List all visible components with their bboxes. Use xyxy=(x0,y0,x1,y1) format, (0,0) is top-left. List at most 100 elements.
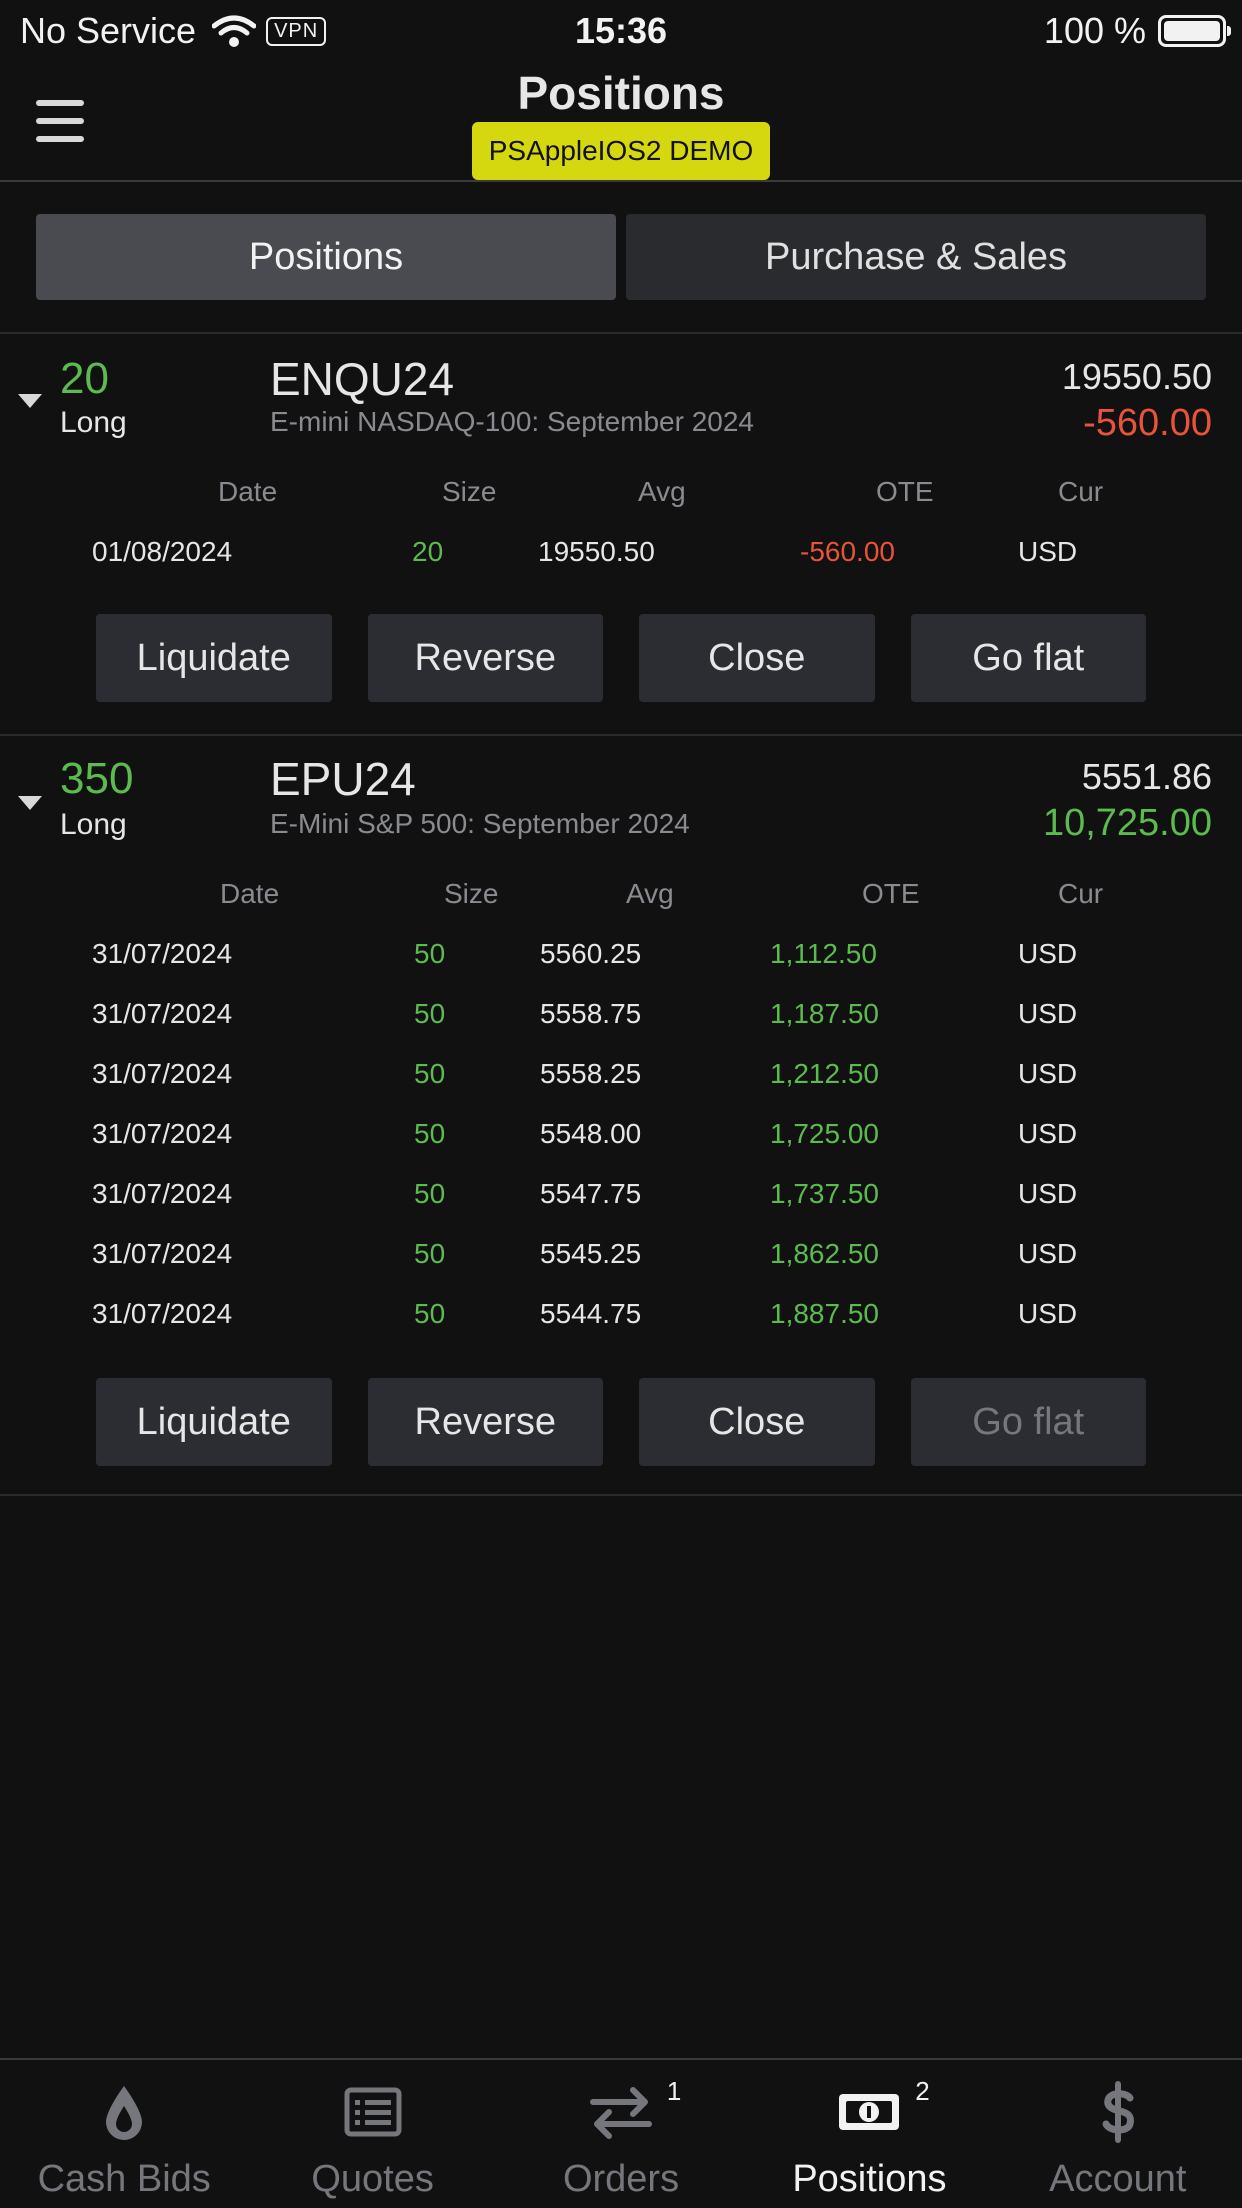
reverse-button[interactable]: Reverse xyxy=(367,1378,603,1466)
column-header-size: Size xyxy=(444,878,499,909)
chevron-down-icon[interactable] xyxy=(18,394,42,408)
fill-date: 31/07/2024 xyxy=(92,1118,233,1149)
drop-icon xyxy=(106,2086,143,2140)
table-row: 31/07/2024 50 5558.75 1,187.50 USD xyxy=(0,998,1242,1038)
tabbar-label: Quotes xyxy=(311,2158,434,2200)
liquidate-button[interactable]: Liquidate xyxy=(96,1378,332,1466)
fill-avg: 5560.25 xyxy=(540,938,642,969)
column-header-date: Date xyxy=(220,878,280,909)
position-description: E-Mini S&P 500: September 2024 xyxy=(270,808,690,839)
table-row: 31/07/2024 50 5560.25 1,112.50 USD xyxy=(0,938,1242,978)
fill-date: 31/07/2024 xyxy=(92,1298,233,1329)
tabbar-item-orders[interactable]: 1 Orders xyxy=(497,2060,745,2208)
column-header-cur: Cur xyxy=(1058,476,1104,507)
orders-count-badge: 1 xyxy=(666,2076,682,2106)
table-row: 31/07/2024 50 5545.25 1,862.50 USD xyxy=(0,1238,1242,1278)
table-row: 31/07/2024 50 5547.75 1,737.50 USD xyxy=(0,1178,1242,1218)
position-side: Long xyxy=(60,406,127,439)
position-side: Long xyxy=(60,808,127,841)
column-header-date: Date xyxy=(218,476,278,507)
liquidate-button[interactable]: Liquidate xyxy=(96,614,332,702)
column-header-avg: Avg xyxy=(638,476,686,507)
tabbar-item-account[interactable]: Account xyxy=(994,2060,1242,2208)
fill-date: 01/08/2024 xyxy=(92,536,233,567)
chevron-down-icon[interactable] xyxy=(18,796,42,810)
battery-icon xyxy=(1158,15,1231,47)
fill-ote: 1,212.50 xyxy=(770,1058,879,1089)
cash-icon xyxy=(839,2094,900,2130)
table-row: 31/07/2024 50 5548.00 1,725.00 USD xyxy=(0,1118,1242,1158)
tabbar-label: Positions xyxy=(792,2158,947,2200)
fill-size: 50 xyxy=(414,1298,446,1329)
close-button[interactable]: Close xyxy=(639,1378,875,1466)
fill-avg: 5548.00 xyxy=(540,1118,642,1149)
fill-size: 50 xyxy=(414,1238,446,1269)
bottom-tab-bar: Cash Bids Quotes 1 Orders 2 Positions Ac… xyxy=(0,2058,1242,2208)
tab-positions[interactable]: Positions xyxy=(36,214,616,300)
fill-size: 20 xyxy=(412,536,444,567)
fill-date: 31/07/2024 xyxy=(92,1238,233,1269)
fill-currency: USD xyxy=(1018,938,1078,969)
table-row: 01/08/2024 20 19550.50 -560.00 USD xyxy=(0,536,1242,576)
position-price: 19550.50 xyxy=(1061,356,1212,397)
tab-purchase-sales[interactable]: Purchase & Sales xyxy=(626,214,1206,300)
reverse-button[interactable]: Reverse xyxy=(367,614,603,702)
fill-ote: 1,862.50 xyxy=(770,1238,879,1269)
status-bar: No Service VPN 15:36 100 % xyxy=(0,0,1242,62)
fill-avg: 5558.75 xyxy=(540,998,642,1029)
go-flat-button[interactable]: Go flat xyxy=(910,614,1146,702)
column-header-avg: Avg xyxy=(626,878,674,909)
tabbar-label: Orders xyxy=(562,2158,680,2200)
fill-size: 50 xyxy=(414,1178,446,1209)
position-description: E-mini NASDAQ-100: September 2024 xyxy=(270,406,754,437)
dollar-icon xyxy=(1102,2081,1134,2143)
fill-avg: 5547.75 xyxy=(540,1178,642,1209)
position-card: 350 Long EPU24 E-Mini S&P 500: September… xyxy=(0,736,1242,1496)
position-pnl: 10,725.00 xyxy=(1042,802,1212,844)
fill-currency: USD xyxy=(1018,1238,1078,1269)
fill-ote: 1,112.50 xyxy=(770,938,877,969)
column-header-cur: Cur xyxy=(1058,878,1104,909)
fill-currency: USD xyxy=(1018,1118,1078,1149)
position-quantity: 350 xyxy=(60,754,134,803)
fill-ote: 1,737.50 xyxy=(770,1178,879,1209)
position-quantity: 20 xyxy=(60,354,109,403)
segment-tabs: Positions Purchase & Sales xyxy=(36,214,1206,300)
table-row: 31/07/2024 50 5558.25 1,212.50 USD xyxy=(0,1058,1242,1098)
fill-currency: USD xyxy=(1018,536,1078,567)
fill-ote: 1,187.50 xyxy=(770,998,879,1029)
position-card: 20 Long ENQU24 E-mini NASDAQ-100: Septem… xyxy=(0,334,1242,736)
swap-arrows-icon xyxy=(590,2087,653,2139)
app-root: No Service VPN 15:36 100 % Positions PSA… xyxy=(0,0,1242,2208)
go-flat-button[interactable]: Go flat xyxy=(910,1378,1146,1466)
fill-avg: 5545.25 xyxy=(540,1238,642,1269)
fill-size: 50 xyxy=(414,1118,446,1149)
fill-avg: 5544.75 xyxy=(540,1298,642,1329)
tabbar-item-cash-bids[interactable]: Cash Bids xyxy=(0,2060,248,2208)
column-header-ote: OTE xyxy=(876,476,934,507)
fill-size: 50 xyxy=(414,998,446,1029)
fill-date: 31/07/2024 xyxy=(92,938,233,969)
fill-currency: USD xyxy=(1018,998,1078,1029)
tabbar-label: Account xyxy=(1049,2158,1187,2200)
fill-ote: 1,887.50 xyxy=(770,1298,879,1329)
position-price: 5551.86 xyxy=(1081,756,1212,797)
fill-currency: USD xyxy=(1018,1058,1078,1089)
header: Positions PSAppleIOS2 DEMO xyxy=(0,62,1242,182)
column-header-size: Size xyxy=(442,476,497,507)
close-button[interactable]: Close xyxy=(639,614,875,702)
tabbar-item-positions[interactable]: 2 Positions xyxy=(745,2060,993,2208)
fill-date: 31/07/2024 xyxy=(92,1058,233,1089)
position-actions: Liquidate Reverse Close Go flat xyxy=(96,1378,1146,1466)
page-title: Positions xyxy=(517,67,725,119)
position-pnl: -560.00 xyxy=(1083,402,1212,444)
tabbar-label: Cash Bids xyxy=(37,2158,211,2200)
fill-size: 50 xyxy=(414,1058,446,1089)
position-actions: Liquidate Reverse Close Go flat xyxy=(96,614,1146,702)
fill-avg: 19550.50 xyxy=(538,536,655,567)
tabbar-item-quotes[interactable]: Quotes xyxy=(248,2060,496,2208)
column-header-ote: OTE xyxy=(862,878,920,909)
table-row: 31/07/2024 50 5544.75 1,887.50 USD xyxy=(0,1298,1242,1338)
position-symbol: EPU24 xyxy=(270,753,416,805)
fill-avg: 5558.25 xyxy=(540,1058,642,1089)
